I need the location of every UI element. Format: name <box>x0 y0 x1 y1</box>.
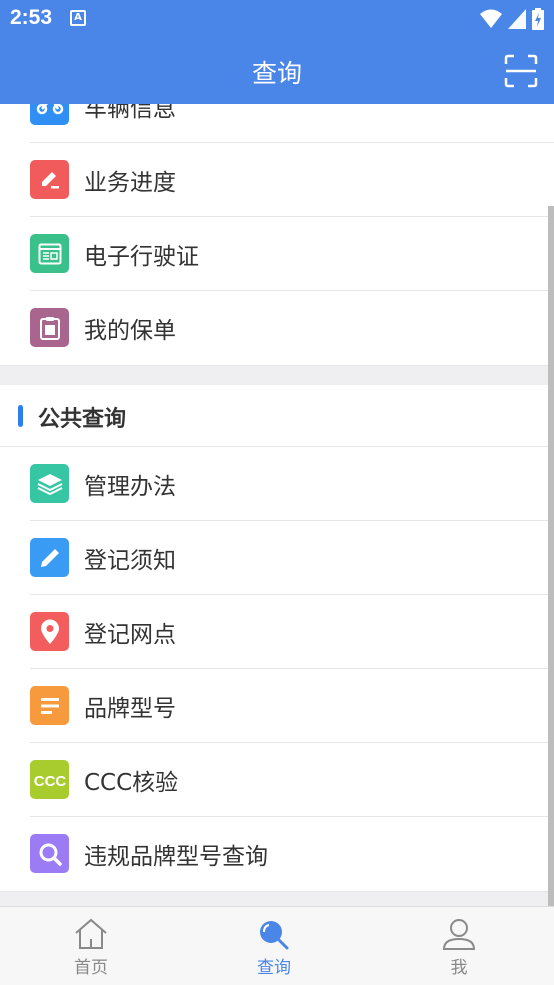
tab-label: 查询 <box>257 958 291 978</box>
search-icon <box>30 834 69 873</box>
signal-icon <box>508 9 526 29</box>
list-item-e-license[interactable]: 电子行驶证 <box>0 217 554 291</box>
list-item-violation-brand-query[interactable]: 违规品牌型号查询 <box>0 817 554 891</box>
public-query-header: 公共查询 <box>0 385 554 447</box>
list-item-label: CCC核验 <box>84 770 179 796</box>
list-item-label: 登记须知 <box>84 548 176 574</box>
list-item-management-rules[interactable]: 管理办法 <box>0 447 554 521</box>
list-item-vehicle-info[interactable]: 车辆信息 <box>0 104 554 143</box>
tab-me[interactable]: 我 <box>399 907 519 985</box>
tab-label: 首页 <box>74 958 108 978</box>
list-icon <box>30 686 69 725</box>
status-time: 2:53 <box>10 6 53 29</box>
list-item-label: 违规品牌型号查询 <box>84 844 268 870</box>
list-item-registration-notice[interactable]: 登记须知 <box>0 521 554 595</box>
edit-icon <box>30 160 69 199</box>
list-item-business-progress[interactable]: 业务进度 <box>0 143 554 217</box>
motorcycle-icon <box>30 104 69 125</box>
policy-icon <box>30 308 69 347</box>
query-icon <box>260 921 289 950</box>
ccc-icon: CCC <box>30 760 69 799</box>
list-item-label: 管理办法 <box>84 474 176 500</box>
bottom-tab-bar: 首页 查询 我 <box>0 906 554 985</box>
list-item-label: 电子行驶证 <box>84 244 199 270</box>
layers-icon <box>30 464 69 503</box>
public-list: 管理办法 登记须知 登记网点 品牌型号 CCC CCC核验 违规品牌型号查询 <box>0 447 554 891</box>
notification-icon: A <box>70 10 86 26</box>
status-icons <box>480 8 544 30</box>
section-gap <box>0 891 554 906</box>
svg-text:CCC: CCC <box>33 773 66 790</box>
license-icon <box>30 234 69 273</box>
list-item-brand-model[interactable]: 品牌型号 <box>0 669 554 743</box>
home-icon <box>75 918 107 949</box>
list-item-registration-points[interactable]: 登记网点 <box>0 595 554 669</box>
wifi-icon <box>480 9 502 28</box>
status-bar: 2:53 A <box>0 0 554 38</box>
battery-icon <box>532 8 544 30</box>
list-item-my-policy[interactable]: 我的保单 <box>0 291 554 365</box>
section-title: 公共查询 <box>38 407 127 432</box>
tab-home[interactable]: 首页 <box>31 907 151 985</box>
list-item-label: 业务进度 <box>84 170 176 196</box>
section-gap <box>0 365 554 385</box>
list-item-label: 品牌型号 <box>84 696 176 722</box>
pencil-icon <box>30 538 69 577</box>
section-accent-bar <box>18 405 23 427</box>
app-bar: 查询 <box>0 38 554 104</box>
tab-query[interactable]: 查询 <box>214 907 334 985</box>
location-icon <box>30 612 69 651</box>
list-item-label: 我的保单 <box>84 318 176 344</box>
list-item-ccc-verify[interactable]: CCC CCC核验 <box>0 743 554 817</box>
list-item-label: 车辆信息 <box>84 104 176 122</box>
scrollbar[interactable] <box>548 206 554 906</box>
list-item-label: 登记网点 <box>84 622 176 648</box>
page-title: 查询 <box>251 59 302 88</box>
user-icon <box>442 919 476 950</box>
content-scroll[interactable]: 车辆信息 业务进度 电子行驶证 我的保单 公共查询 管理办法 登记须知 登记网点… <box>0 104 554 906</box>
scan-icon <box>504 54 538 88</box>
tab-label: 我 <box>450 958 468 978</box>
personal-list: 车辆信息 业务进度 电子行驶证 我的保单 <box>0 104 554 365</box>
scan-button[interactable] <box>504 54 538 88</box>
